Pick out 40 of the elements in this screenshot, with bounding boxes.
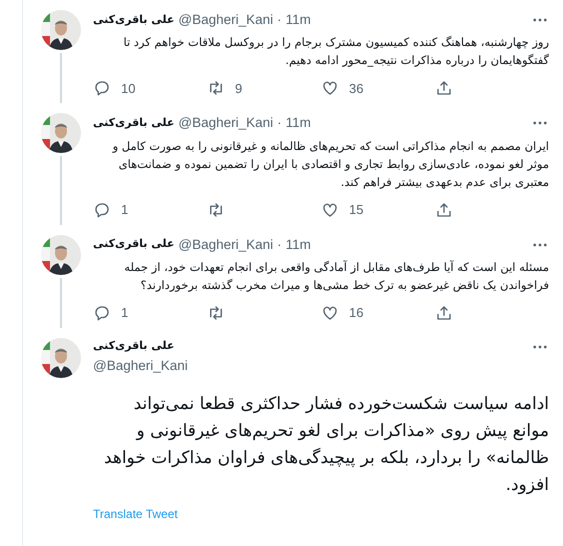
reply-count: 10 [121, 80, 136, 98]
retweet-icon[interactable] [207, 200, 225, 218]
author-name[interactable]: علی باقری‌کنی [93, 12, 174, 28]
tweet-text: مسئله این است که آیا طرف‌های مقابل از آمادگی واقعی برای انجام تعهدات خود، از جمله فراخواندن یک ناقض غیرعضو به ترک خط مشی‌ها و میراث مخرب گذشته برخوردارند؟ [123, 258, 549, 294]
author-handle[interactable]: @Bagheri_Kani [178, 113, 274, 134]
like-count: 36 [349, 80, 364, 98]
heart-icon[interactable] [321, 79, 339, 98]
author-handle[interactable]: @Bagheri_Kani [178, 234, 274, 255]
separator-dot: · [277, 114, 282, 132]
author-name[interactable]: علی باقری‌کنی [93, 115, 174, 132]
like-count: 15 [349, 200, 364, 219]
heart-icon[interactable] [321, 200, 339, 218]
tweet-text: ایران مصمم به انجام مذاکراتی است که تحریم‌های ظالمانه و غیرقانونی را به صورت کامل و موثر لغو نموده، عادی‌سازی روابط تجاری و اقتصادی با ایران را تضمین نموده و ضمانت‌های معتبری برای عدم بدعهدی بیشتر فراهم کند. [111, 138, 549, 190]
tweet-time[interactable]: 11m [286, 10, 311, 30]
heart-icon[interactable] [321, 304, 339, 322]
share-icon[interactable] [435, 79, 453, 98]
share-icon[interactable] [435, 200, 453, 218]
thread-line [60, 53, 62, 104]
retweet-icon[interactable] [207, 79, 225, 98]
separator-dot: · [277, 11, 282, 29]
author-name[interactable]: علی باقری‌کنی [93, 236, 174, 253]
retweet-count: 9 [235, 80, 242, 98]
thread-line [60, 278, 62, 328]
reply-count: 1 [121, 304, 128, 322]
like-count: 16 [349, 304, 364, 322]
tweet-time[interactable]: 11m [286, 234, 311, 255]
retweet-icon[interactable] [207, 304, 225, 322]
tweet-text: ادامه سیاست شکست‌خورده فشار حداکثری قطعا نمی‌تواند موانع پیش روی «مذاکرات برای لغو تحریم‌های غیرقانونی و ظالمانه» را بردارد، بلکه بر پیچیدگی‌های فراوان مذاکرات خواهد افزود. [102, 392, 549, 496]
reply-icon[interactable] [93, 304, 111, 322]
reply-icon[interactable] [93, 200, 111, 218]
reply-count: 1 [121, 200, 128, 219]
separator-dot: · [277, 236, 282, 254]
share-icon[interactable] [435, 304, 453, 322]
author-handle[interactable]: @Bagheri_Kani [178, 10, 274, 30]
tweet-text: روز چهارشنبه، هماهنگ کننده کمیسیون مشترک برجام را در بروکسل ملاقات خواهم کرد تا گفتگوهایمان را درباره مذاکرات نتیجه_محور ادامه دهیم. [122, 34, 549, 70]
thread-line [60, 156, 62, 224]
author-handle[interactable]: @Bagheri_Kani [93, 356, 188, 376]
reply-icon[interactable] [93, 79, 111, 98]
author-name[interactable]: علی باقری‌کنی [93, 338, 188, 354]
tweet-time[interactable]: 11m [286, 113, 311, 134]
